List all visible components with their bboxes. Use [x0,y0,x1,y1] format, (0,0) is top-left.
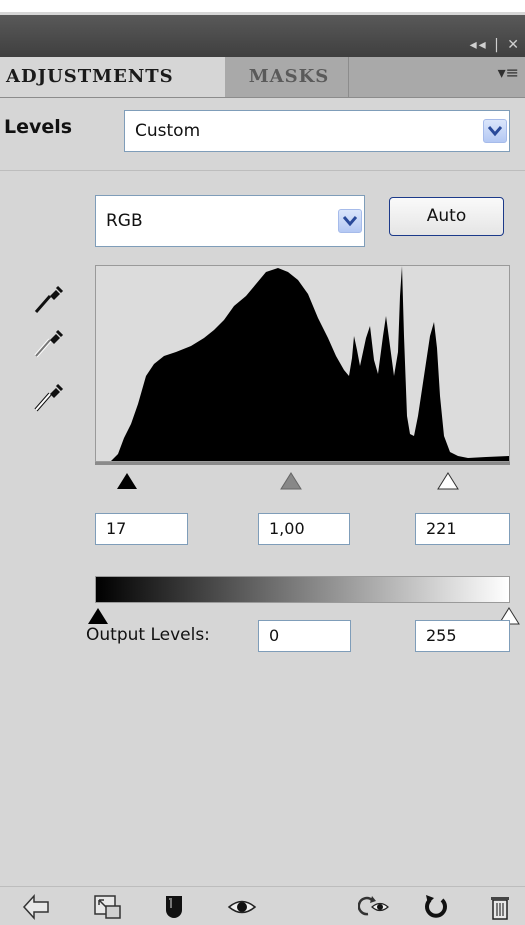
black-point-eyedropper-icon[interactable] [30,282,64,316]
view-previous-state-icon[interactable] [358,892,390,922]
input-gamma-field[interactable]: 1,00 [258,513,350,545]
reset-icon[interactable] [420,892,452,922]
auto-button[interactable]: Auto [389,197,504,236]
output-black-slider-handle[interactable] [87,607,109,625]
black-point-slider-handle[interactable] [116,472,138,490]
expand-view-icon[interactable] [92,892,124,922]
channel-select-value: RGB [106,211,143,231]
gamma-slider-handle[interactable] [280,472,302,490]
gray-point-eyedropper-icon[interactable] [30,326,64,360]
preset-select-value: Custom [135,121,201,141]
collapse-close-controls[interactable]: ◂◂ | ✕ [470,37,521,53]
chevron-down-icon[interactable] [338,209,362,233]
panel-tabs: ADJUSTMENTS MASKS ▾≡ [0,57,525,98]
output-white-field[interactable]: 255 [415,620,510,652]
preset-select[interactable]: Custom [124,110,510,152]
adjustment-type-label: Levels [4,116,73,138]
panel-menu-icon[interactable]: ▾≡ [498,63,519,82]
levels-histogram [95,265,510,462]
output-black-field[interactable]: 0 [258,620,351,652]
panel-title-bar[interactable]: ◂◂ | ✕ [0,15,525,57]
channel-select[interactable]: RGB [95,195,365,247]
clip-to-layer-icon[interactable] [158,892,190,922]
back-arrow-icon[interactable] [20,892,52,922]
chevron-down-icon[interactable] [483,119,507,143]
white-point-eyedropper-icon[interactable] [30,380,64,414]
visibility-eye-icon[interactable] [226,892,258,922]
tab-adjustments[interactable]: ADJUSTMENTS [0,57,225,97]
tab-masks[interactable]: MASKS [230,57,349,97]
output-levels-label: Output Levels: [86,625,210,645]
section-divider [0,170,525,171]
input-black-field[interactable]: 17 [95,513,188,545]
histogram-graph [96,266,509,461]
input-white-field[interactable]: 221 [415,513,510,545]
white-point-slider-handle[interactable] [437,472,459,490]
output-gradient-bar [95,576,510,603]
delete-icon[interactable] [484,892,516,922]
input-slider-track [95,462,510,465]
